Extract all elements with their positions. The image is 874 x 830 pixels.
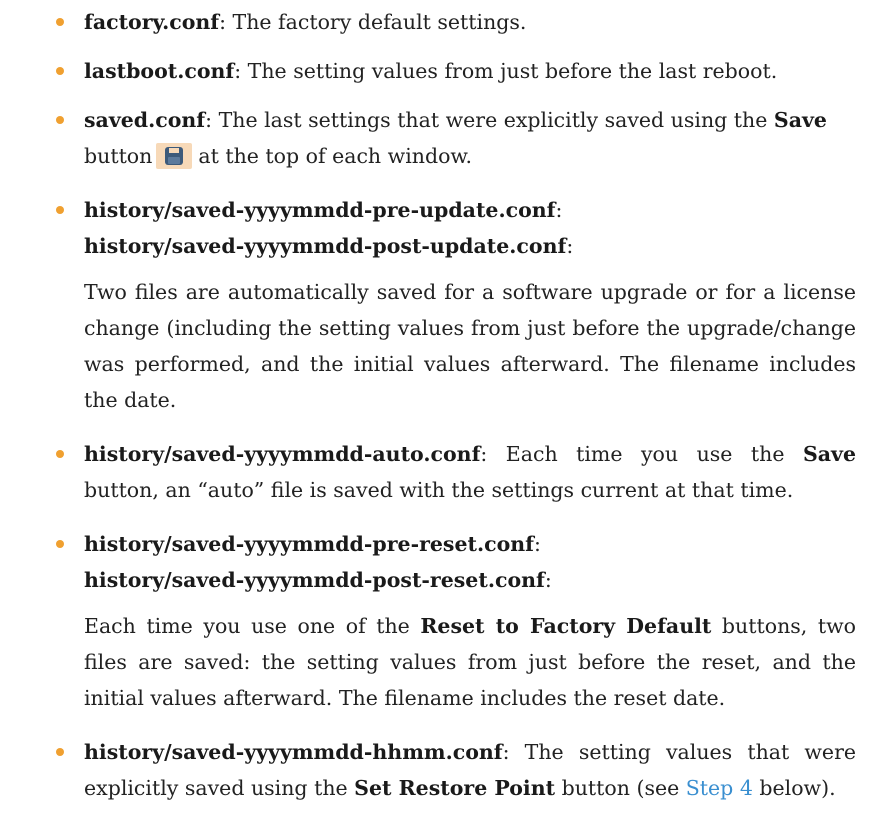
file-description-end: at the top of each window. (198, 144, 473, 168)
colon: : (566, 234, 574, 258)
list-item-lastboot: lastboot.conf: The setting values from j… (56, 53, 856, 89)
list-item-restore-point: history/saved-yyyymmdd-hhmm.conf: The se… (56, 734, 856, 806)
file-name: history/saved-yyyymmdd-auto.conf (84, 442, 481, 466)
config-file-list: factory.conf: The factory default settin… (56, 4, 856, 806)
file-name-pre-reset: history/saved-yyyymmdd-pre-reset.conf (84, 532, 534, 556)
colon: : (555, 198, 563, 222)
list-item-reset-history: history/saved-yyyymmdd-pre-reset.conf: h… (56, 526, 856, 716)
file-name: factory.conf (84, 10, 220, 34)
file-name-post-reset: history/saved-yyyymmdd-post-reset.conf (84, 568, 545, 592)
bullet-icon (56, 116, 64, 124)
bullet-icon (56, 450, 64, 458)
file-description: : The setting values from just before th… (234, 59, 778, 83)
file-description: : Each time you use the (480, 442, 803, 466)
update-description: Two files are automatically saved for a … (84, 280, 856, 412)
list-item-saved: saved.conf: The last settings that were … (56, 102, 856, 174)
file-name-post-update: history/saved-yyyymmdd-post-update.conf (84, 234, 567, 258)
reset-description: Each time you use one of the Reset to Fa… (84, 614, 857, 710)
colon: : (544, 568, 552, 592)
restore-label: Set Restore Point (354, 776, 556, 800)
list-item-auto: history/saved-yyyymmdd-auto.conf: Each t… (56, 436, 856, 508)
save-label: Save (773, 108, 827, 132)
list-item-factory: factory.conf: The factory default settin… (56, 4, 856, 40)
file-description-end: button, an “auto” file is saved with the… (84, 478, 794, 502)
bullet-icon (56, 748, 64, 756)
file-name-pre-update: history/saved-yyyymmdd-pre-update.conf (84, 198, 556, 222)
button-word: button (84, 144, 153, 168)
list-item-update-history: history/saved-yyyymmdd-pre-update.conf: … (56, 192, 856, 418)
floppy-disk-icon (156, 143, 193, 169)
save-label: Save (802, 442, 856, 466)
file-name: history/saved-yyyymmdd-hhmm.conf (84, 740, 503, 764)
file-description: : The last settings that were explicitly… (205, 108, 774, 132)
file-name: lastboot.conf (84, 59, 235, 83)
step-4-link[interactable]: Step 4 (686, 776, 753, 800)
reset-label: Reset to Factory Default (420, 614, 712, 638)
file-name: saved.conf (84, 108, 206, 132)
bullet-icon (56, 67, 64, 75)
file-description: : The factory default settings. (219, 10, 527, 34)
bullet-icon (56, 540, 64, 548)
colon: : (534, 532, 541, 556)
bullet-icon (56, 18, 64, 26)
document-body: factory.conf: The factory default settin… (0, 4, 856, 806)
bullet-icon (56, 206, 64, 214)
